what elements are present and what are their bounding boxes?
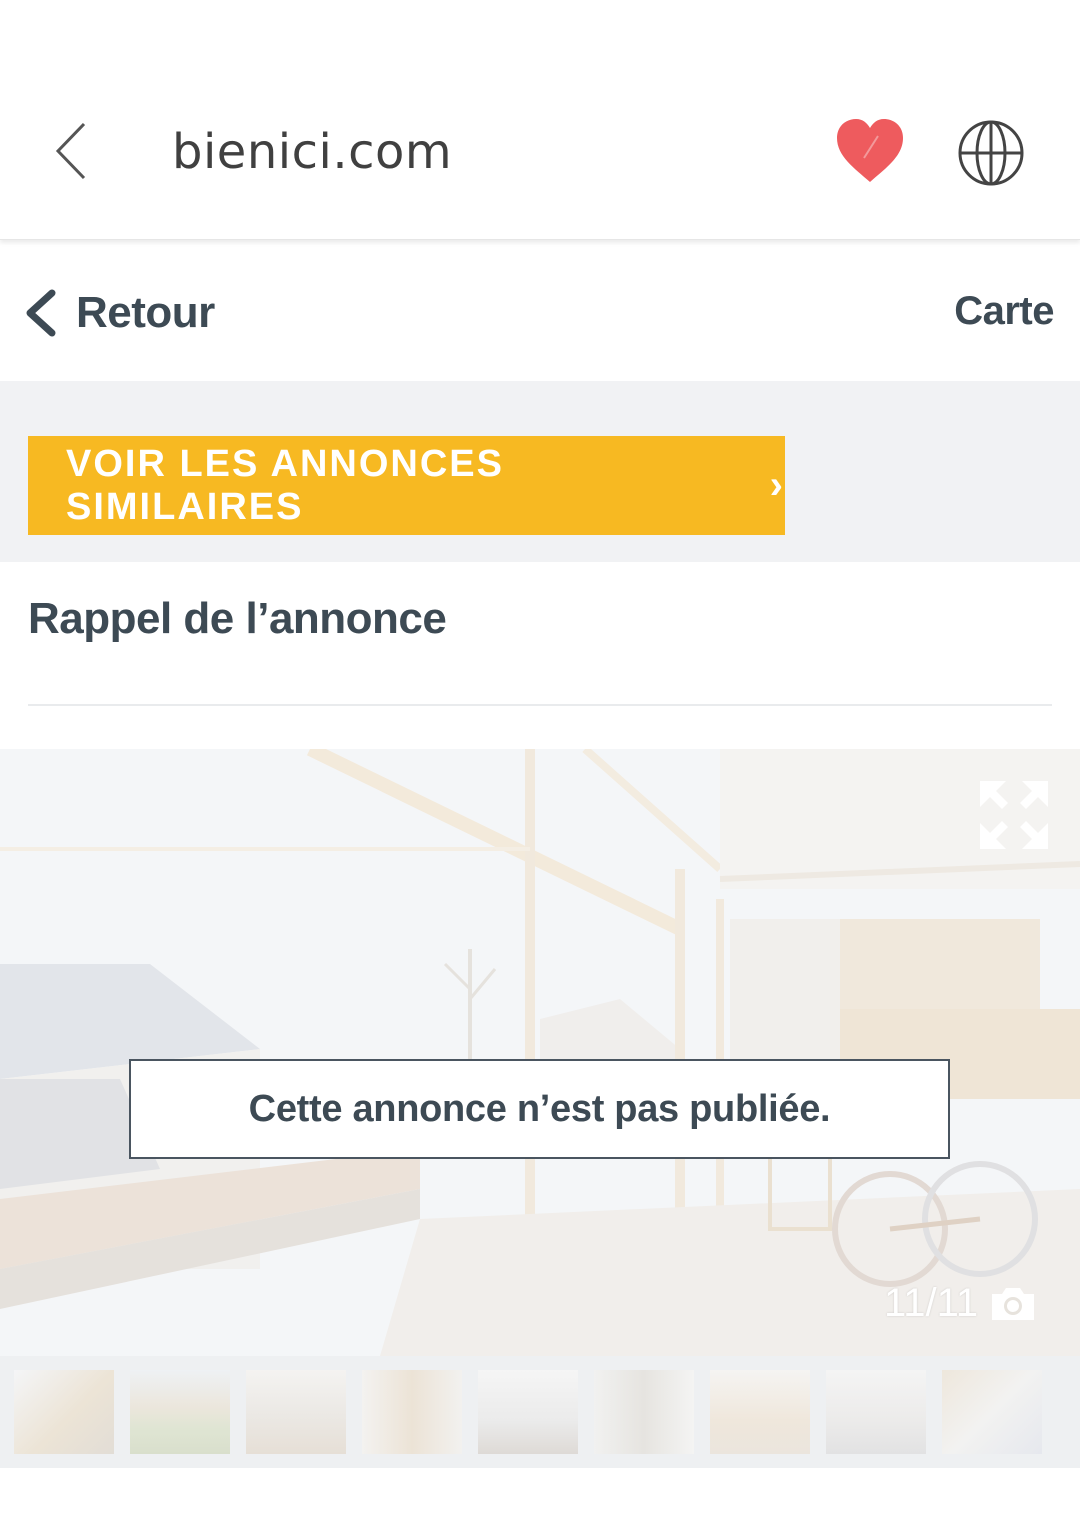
expand-arrows-icon bbox=[980, 781, 1048, 849]
retour-label: Retour bbox=[76, 288, 215, 337]
thumbnail[interactable] bbox=[594, 1370, 694, 1454]
thumbnail-strip bbox=[0, 1356, 1080, 1468]
divider bbox=[28, 704, 1052, 706]
thumbnail[interactable] bbox=[246, 1370, 346, 1454]
expand-fullscreen-button[interactable] bbox=[978, 779, 1050, 851]
carte-link[interactable]: Carte bbox=[954, 289, 1054, 334]
similar-ads-button[interactable]: VOIR LES ANNONCES SIMILAIRES › bbox=[28, 436, 785, 535]
photo-counter-text: 11/11 bbox=[884, 1281, 979, 1325]
similar-ads-label: VOIR LES ANNONCES SIMILAIRES bbox=[66, 442, 504, 528]
chevron-left-icon bbox=[26, 289, 56, 337]
section-title: Rappel de l’annonce bbox=[28, 594, 447, 643]
listing-photo[interactable]: Cette annonce n’est pas publiée. 11/11 bbox=[0, 749, 1080, 1356]
chevron-right-icon: › bbox=[769, 463, 785, 507]
thumbnail[interactable] bbox=[362, 1370, 462, 1454]
thumbnail[interactable] bbox=[130, 1370, 230, 1454]
browser-back-button[interactable] bbox=[44, 118, 104, 184]
thumbnail[interactable] bbox=[710, 1370, 810, 1454]
thumbnail[interactable] bbox=[478, 1370, 578, 1454]
retour-button[interactable]: Retour bbox=[22, 285, 215, 341]
browser-toolbar: bienici.com bbox=[0, 0, 1080, 240]
unpublished-notice: Cette annonce n’est pas publiée. bbox=[129, 1059, 950, 1159]
camera-icon bbox=[992, 1287, 1035, 1320]
globe-icon bbox=[958, 120, 1024, 186]
similar-ads-band: VOIR LES ANNONCES SIMILAIRES › bbox=[0, 381, 1080, 562]
thumbnail[interactable] bbox=[826, 1370, 926, 1454]
globe-button[interactable] bbox=[956, 118, 1026, 188]
site-domain: bienici.com bbox=[172, 124, 453, 180]
favorite-heart-button[interactable] bbox=[834, 116, 906, 186]
photo-counter: 11/11 bbox=[884, 1281, 1038, 1326]
veranda-photo-image bbox=[0, 749, 1080, 1356]
page-nav: Retour Carte bbox=[0, 241, 1080, 381]
heart-icon bbox=[837, 119, 903, 182]
thumbnail[interactable] bbox=[14, 1370, 114, 1454]
thumbnail[interactable] bbox=[942, 1370, 1042, 1454]
back-arrow-icon bbox=[55, 122, 86, 180]
